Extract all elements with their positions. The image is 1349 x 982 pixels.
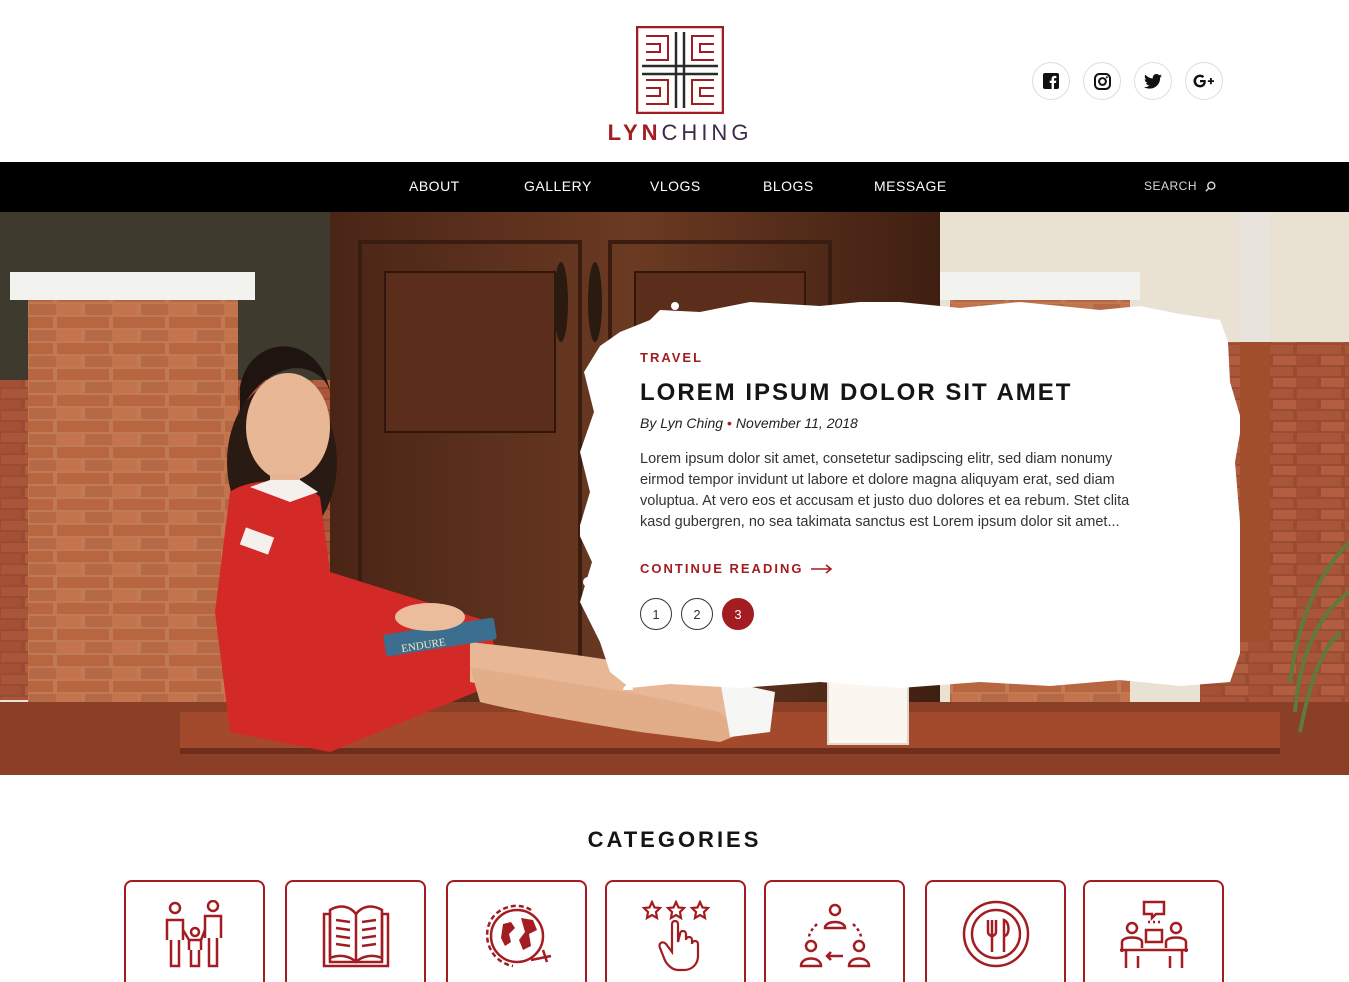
search-icon[interactable] [1205,180,1216,192]
featured-post-card: TRAVEL LOREM IPSUM DOLOR SIT AMET By Lyn… [580,302,1240,690]
search-box[interactable]: SEARCH [1144,179,1216,193]
social-links [1032,62,1223,100]
nav-message[interactable]: MESSAGE [874,178,947,194]
book-icon [322,905,389,968]
category-travel[interactable] [446,880,587,982]
family-icon [165,900,222,968]
travel-globe-icon [485,904,551,968]
instagram-button[interactable] [1083,62,1121,100]
logo-ching: CHING [661,120,753,145]
category-food[interactable] [925,880,1066,982]
arrow-right-icon[interactable] [811,563,833,574]
categories-section: CATEGORIES [0,775,1349,982]
site-header: LYNCHING [0,0,1349,162]
post-byline: By Lyn Ching • November 11, 2018 [640,415,1160,431]
page-button-3[interactable]: 3 [722,598,754,630]
category-reviews[interactable] [605,880,746,982]
twitter-icon [1144,73,1162,89]
main-navigation: ABOUT GALLERY VLOGS BLOGS MESSAGE SEARCH [0,162,1349,212]
category-family[interactable] [124,880,265,982]
site-logo[interactable]: LYNCHING [594,26,766,146]
featured-post-content: TRAVEL LOREM IPSUM DOLOR SIT AMET By Lyn… [640,350,1160,630]
nav-about[interactable]: ABOUT [409,178,460,194]
rating-stars-icon [641,900,710,972]
post-category-tag[interactable]: TRAVEL [640,350,1160,365]
categories-title: CATEGORIES [587,827,762,852]
post-date: November 11, 2018 [735,415,858,431]
food-plate-icon [962,900,1029,968]
logo-lyn: LYN [607,120,662,145]
nav-blogs[interactable]: BLOGS [763,178,814,194]
nav-vlogs[interactable]: VLOGS [650,178,701,194]
conversation-icon [1119,900,1188,968]
category-books[interactable] [285,880,426,982]
facebook-button[interactable] [1032,62,1070,100]
facebook-icon [1043,73,1059,89]
google-plus-icon [1193,74,1214,88]
continue-reading-link[interactable]: CONTINUE READING [640,561,1160,576]
post-author: By Lyn Ching [640,415,724,431]
google-plus-button[interactable] [1185,62,1223,100]
byline-separator: • [727,415,732,431]
slider-pagination: 1 2 3 [640,598,1160,630]
continue-reading-label[interactable]: CONTINUE READING [640,561,803,576]
category-conversation[interactable] [1083,880,1224,982]
page-button-1[interactable]: 1 [640,598,672,630]
logo-mark-icon [636,26,724,114]
nav-gallery[interactable]: GALLERY [524,178,592,194]
community-icon [799,903,870,968]
post-excerpt: Lorem ipsum dolor sit amet, consetetur s… [640,451,1130,530]
logo-wordmark: LYNCHING [594,120,766,146]
page-button-2[interactable]: 2 [681,598,713,630]
search-label[interactable]: SEARCH [1144,179,1197,193]
twitter-button[interactable] [1134,62,1172,100]
instagram-icon [1093,72,1111,90]
post-title[interactable]: LOREM IPSUM DOLOR SIT AMET [640,379,1160,407]
category-community[interactable] [764,880,905,982]
hero-banner: ENDURE TRAVEL LOREM IPSUM DOLOR SIT AMET… [0,212,1349,775]
